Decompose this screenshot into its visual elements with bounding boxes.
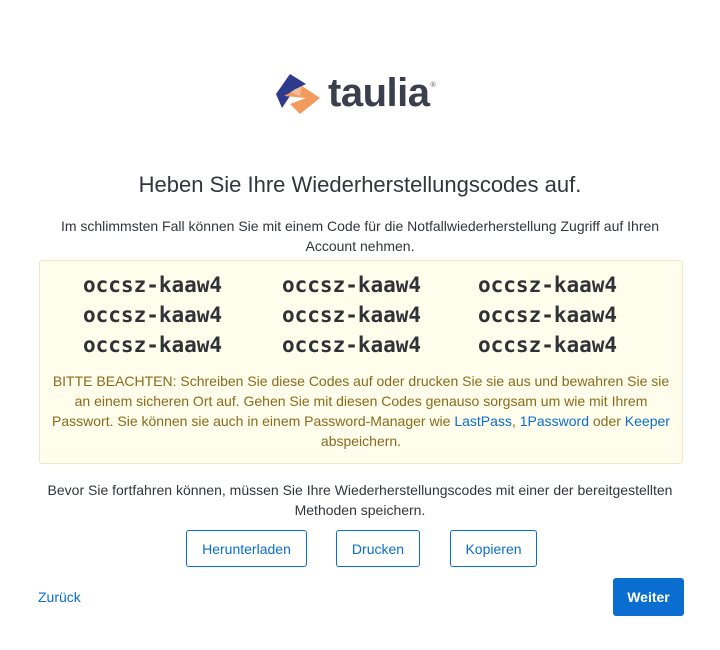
next-button[interactable]: Weiter bbox=[613, 578, 684, 616]
recovery-code: occsz-kaaw4 bbox=[478, 273, 618, 297]
copy-button[interactable]: Kopieren bbox=[450, 530, 537, 567]
recovery-codes-panel: occsz-kaaw4 occsz-kaaw4 occsz-kaaw4 occs… bbox=[39, 260, 683, 464]
taulia-logo-icon bbox=[276, 74, 320, 114]
keeper-link[interactable]: Keeper bbox=[625, 413, 670, 429]
recovery-code: occsz-kaaw4 bbox=[83, 273, 223, 297]
notice-separator: , bbox=[511, 413, 520, 429]
recovery-code: occsz-kaaw4 bbox=[478, 303, 618, 327]
logo-wordmark: taulia bbox=[328, 71, 430, 115]
recovery-code: occsz-kaaw4 bbox=[478, 333, 618, 357]
page-title: Heben Sie Ihre Wiederherstellungscodes a… bbox=[138, 172, 582, 197]
notice-tail: abspeichern. bbox=[320, 433, 402, 449]
print-button[interactable]: Drucken bbox=[336, 530, 420, 567]
save-method-buttons: Herunterladen Drucken Kopieren bbox=[0, 530, 720, 568]
back-link[interactable]: Zurück bbox=[38, 589, 81, 605]
recovery-code: occsz-kaaw4 bbox=[282, 273, 422, 297]
1password-link[interactable]: 1Password bbox=[520, 413, 589, 429]
recovery-code: occsz-kaaw4 bbox=[83, 303, 223, 327]
intro-text: Im schlimmsten Fall können Sie mit einem… bbox=[60, 218, 660, 254]
registered-mark: ® bbox=[430, 82, 436, 89]
taulia-logo: taulia ® bbox=[272, 68, 452, 118]
recovery-codes-grid: occsz-kaaw4 occsz-kaaw4 occsz-kaaw4 occs… bbox=[83, 270, 674, 360]
lastpass-link[interactable]: LastPass bbox=[454, 413, 512, 429]
notice-separator: oder bbox=[588, 413, 625, 429]
security-notice: BITTE BEACHTEN: Schreiben Sie diese Code… bbox=[52, 371, 670, 451]
download-button[interactable]: Herunterladen bbox=[186, 530, 307, 567]
recovery-code: occsz-kaaw4 bbox=[282, 303, 422, 327]
recovery-code: occsz-kaaw4 bbox=[282, 333, 422, 357]
save-instructions: Bevor Sie fortfahren können, müssen Sie … bbox=[47, 482, 673, 518]
recovery-code: occsz-kaaw4 bbox=[83, 333, 223, 357]
